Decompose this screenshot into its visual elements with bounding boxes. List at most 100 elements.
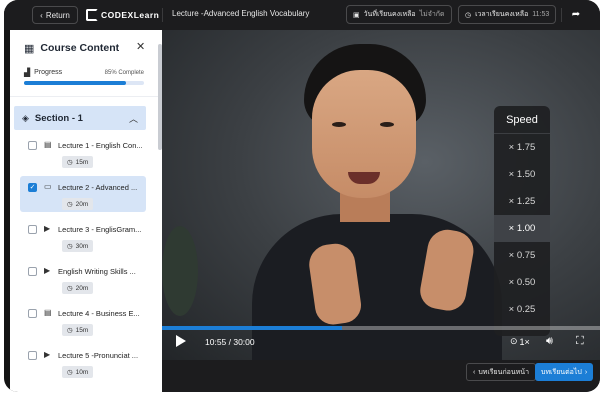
speed-option[interactable]: × 1.25 — [494, 188, 550, 215]
divider — [561, 8, 562, 22]
speed-menu-title: Speed — [494, 106, 550, 134]
playback-rate: 1× — [519, 336, 530, 347]
lecture-title: Lecture 3 - EnglisGram... — [58, 225, 142, 234]
video-icon: ▶ — [44, 266, 51, 275]
duration-badge: ◷ 10m — [62, 366, 94, 378]
lecture-title: Lecture 4 - Business E... — [58, 309, 140, 318]
layers-icon: ◈ — [22, 112, 29, 123]
next-lesson-button[interactable]: บทเรียนต่อไป › — [535, 363, 594, 381]
folder-icon: ▭ — [44, 182, 52, 191]
lecture-title: Lecture 2 - Advanced ... — [58, 183, 138, 192]
document-icon: ▤ — [44, 308, 52, 317]
progress-label: Progress — [34, 69, 63, 76]
previous-lesson-label: บทเรียนก่อนหน้า — [478, 368, 529, 376]
progress-row: ▟ Progress 85% Complete — [24, 68, 144, 77]
duration-text: 15m — [75, 326, 89, 334]
speed-options: × 1.75 × 1.50 × 1.25 × 1.00 × 0.75 × 0.50 × 0.… — [494, 134, 550, 323]
time-display: 10:55 / 30:00 — [205, 337, 255, 347]
next-lesson-label: บทเรียนต่อไป — [541, 368, 582, 376]
lecture-title: Lecture 5 -Pronunciat ... — [58, 351, 139, 360]
clock-icon: ◷ — [67, 159, 73, 166]
previous-lesson-button[interactable]: ‹ บทเรียนก่อนหน้า — [466, 363, 536, 381]
speed-option[interactable]: × 1.50 — [494, 161, 550, 188]
duration-badge: ◷ 20m — [62, 198, 94, 210]
grid-icon: ▦ — [24, 42, 35, 55]
play-icon[interactable] — [176, 335, 186, 347]
document-icon: ▤ — [44, 140, 52, 149]
sidebar-title: Course Content — [40, 42, 120, 54]
lecture-item[interactable]: ▤ Lecture 1 - English Con... ◷ 15m — [20, 134, 146, 170]
lecture-title: Lecture 1 - English Con... — [58, 141, 143, 150]
calendar-icon: ▣ — [353, 11, 360, 19]
chevron-right-icon: › — [584, 368, 588, 376]
lecture-item[interactable]: ▶ English Writing Skills ... ◷ 20m — [20, 260, 146, 296]
lecture-checkbox[interactable] — [28, 351, 37, 360]
playback-progress-fill — [162, 326, 342, 330]
speed-menu: Speed × 1.75 × 1.50 × 1.25 × 1.00 × 0.75 × 0.… — [494, 106, 550, 336]
duration-badge: ◷ 30m — [62, 240, 94, 252]
clock-icon: ◷ — [465, 11, 472, 19]
lecture-item[interactable]: ✓ ▭ Lecture 2 - Advanced ... ◷ 20m — [20, 176, 146, 212]
lecture-checkbox[interactable] — [28, 267, 37, 276]
clock-icon: ◷ — [67, 369, 73, 376]
speed-option[interactable]: × 1.75 — [494, 134, 550, 161]
divider — [162, 8, 163, 22]
time-left-value: 11:53 — [532, 11, 550, 18]
speed-option[interactable]: × 1.00 — [494, 215, 550, 242]
lecture-item[interactable]: ▶ Lecture 5 -Pronunciat ... ◷ 10m — [20, 344, 146, 380]
duration-text: 10m — [75, 368, 89, 376]
chevron-left-icon: ‹ — [40, 10, 43, 20]
duration-text: 20m — [75, 200, 89, 208]
speed-option[interactable]: × 0.50 — [494, 269, 550, 296]
course-sidebar: ▦ Course Content ✕ ▟ Progress 85% Comple… — [10, 30, 162, 392]
days-left-label: วันที่เรียนคงเหลือ — [363, 11, 416, 18]
lecture-checkbox[interactable] — [28, 225, 37, 234]
duration-badge: ◷ 15m — [62, 156, 94, 168]
chevron-up-icon: ︿ — [128, 114, 138, 124]
close-sidebar-button[interactable]: ✕ — [136, 40, 145, 53]
lecture-title: English Writing Skills ... — [58, 267, 136, 276]
lecture-checkbox[interactable]: ✓ — [28, 183, 37, 192]
background-plant — [162, 226, 198, 316]
duration-badge: ◷ 15m — [62, 324, 94, 336]
section-header[interactable]: ◈ Section - 1 ︿ — [14, 106, 146, 130]
clock-icon: ◷ — [67, 327, 73, 334]
fullscreen-icon[interactable]: ⛶ — [576, 335, 584, 348]
playback-progress-bar[interactable] — [162, 326, 600, 330]
lecture-checkbox[interactable] — [28, 141, 37, 150]
logo: CODEXLearn — [86, 8, 159, 22]
bar-chart-icon: ▟ — [24, 68, 31, 77]
playback-rate-button[interactable]: ⊙ 1× — [510, 336, 530, 347]
video-icon: ▶ — [44, 224, 51, 233]
app-window: ‹ Return CODEXLearn Lecture -Advanced En… — [4, 0, 600, 392]
clock-icon: ◷ — [67, 243, 73, 250]
course-progress-fill — [24, 81, 126, 85]
days-left-pill: ▣ วันที่เรียนคงเหลือ ไม่จำกัด — [346, 5, 452, 24]
top-bar: ‹ Return CODEXLearn Lecture -Advanced En… — [4, 0, 600, 30]
video-icon: ▶ — [44, 350, 51, 359]
lecture-title: Lecture -Advanced English Vocabulary — [172, 9, 310, 18]
divider — [10, 96, 158, 97]
presenter-eye — [332, 122, 346, 127]
volume-icon[interactable]: 🔊︎ — [546, 335, 553, 348]
duration-text: 20m — [75, 284, 89, 292]
time-left-pill: ◷ เวลาเรียนคงเหลือ 11:53 — [458, 5, 557, 24]
sidebar-header: ▦ Course Content — [24, 41, 148, 55]
chevron-left-icon: ‹ — [473, 368, 476, 376]
presenter-eye — [380, 122, 394, 127]
lecture-checkbox[interactable] — [28, 309, 37, 318]
section-title: Section - 1 — [34, 112, 83, 124]
bottom-bar: ‹ บทเรียนก่อนหน้า บทเรียนต่อไป › — [162, 360, 600, 392]
video-player[interactable]: Speed × 1.75 × 1.50 × 1.25 × 1.00 × 0.75 × 0.… — [162, 30, 600, 360]
lecture-item[interactable]: ▤ Lecture 4 - Business E... ◷ 15m — [20, 302, 146, 338]
logo-text: CODEXLearn — [101, 10, 160, 20]
close-icon: ✕ — [136, 41, 146, 53]
speed-option[interactable]: × 0.75 — [494, 242, 550, 269]
lecture-item[interactable]: ▶ Lecture 3 - EnglisGram... ◷ 30m — [20, 218, 146, 254]
speed-option[interactable]: × 0.25 — [494, 296, 550, 323]
return-button[interactable]: ‹ Return — [32, 6, 78, 24]
logo-mark-icon — [86, 9, 98, 21]
speed-gauge-icon: ⊙ — [510, 336, 518, 346]
share-button[interactable]: ➦ — [565, 5, 587, 24]
return-label: Return — [45, 10, 70, 20]
